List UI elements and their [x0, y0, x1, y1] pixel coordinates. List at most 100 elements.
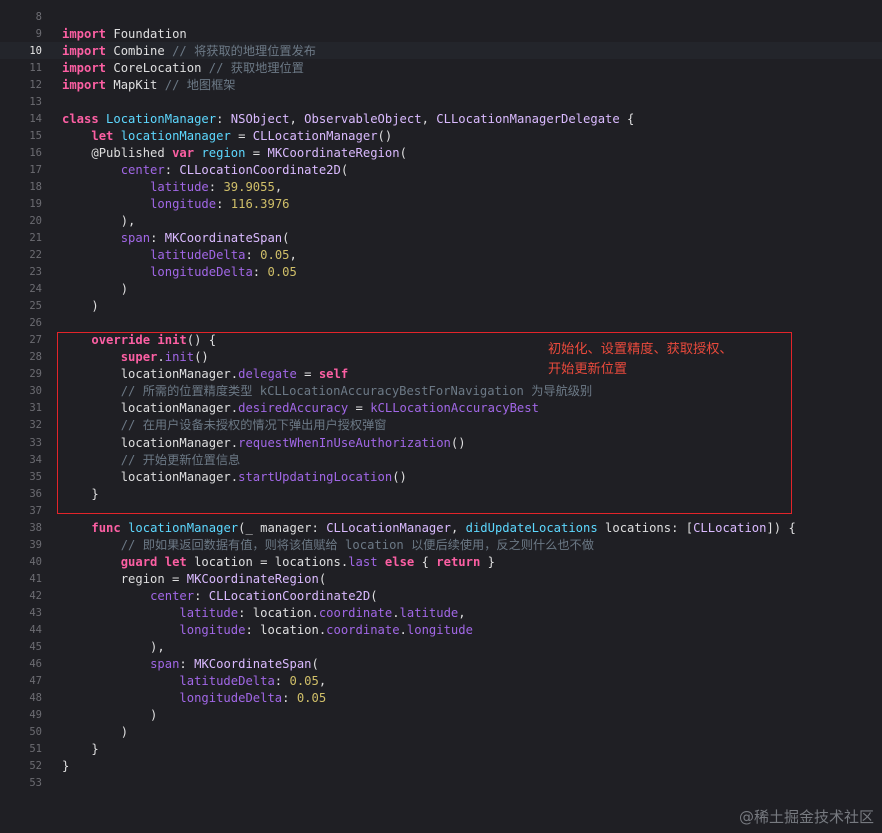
code-text[interactable]: latitudeDelta: 0.05,: [62, 247, 297, 264]
code-line[interactable]: 48 longitudeDelta: 0.05: [0, 690, 882, 707]
annotation-note: 初始化、设置精度、获取授权、 开始更新位置: [548, 340, 788, 380]
code-text[interactable]: span: MKCoordinateSpan(: [62, 656, 319, 673]
code-token: ,: [458, 605, 466, 620]
code-token: locationManager: [120, 129, 231, 144]
code-line[interactable]: 49 ): [0, 707, 882, 724]
code-text[interactable]: longitudeDelta: 0.05: [62, 690, 326, 707]
code-token: let: [164, 554, 187, 569]
code-line[interactable]: 47 latitudeDelta: 0.05,: [0, 673, 882, 690]
code-line[interactable]: 15 let locationManager = CLLocationManag…: [0, 128, 882, 145]
code-token: Combine: [106, 44, 173, 59]
code-line[interactable]: 8: [0, 9, 882, 26]
code-token: latitude: [150, 180, 209, 195]
code-text[interactable]: // 即如果返回数据有值，则将该值赋给 location 以便后续使用，反之则什…: [62, 537, 594, 554]
code-text[interactable]: ),: [62, 639, 165, 656]
code-token: // 地图框架: [164, 78, 236, 93]
code-text[interactable]: latitude: location.coordinate.latitude,: [62, 605, 466, 622]
code-text[interactable]: center: CLLocationCoordinate2D(: [62, 162, 349, 179]
code-line[interactable]: 25 ): [0, 298, 882, 315]
code-token: :: [245, 248, 261, 263]
code-text[interactable]: longitudeDelta: 0.05: [62, 264, 297, 281]
code-text[interactable]: import Combine // 将获取的地理位置发布: [62, 43, 316, 60]
code-text[interactable]: import MapKit // 地图框架: [62, 77, 236, 94]
code-text[interactable]: ): [62, 281, 128, 298]
code-token: (: [370, 588, 378, 603]
code-text[interactable]: ): [62, 707, 157, 724]
code-line[interactable]: 39 // 即如果返回数据有值，则将该值赋给 location 以便后续使用，反…: [0, 537, 882, 554]
line-number: 12: [29, 79, 42, 92]
code-line[interactable]: 45 ),: [0, 639, 882, 656]
code-token: Foundation: [106, 27, 187, 42]
code-line[interactable]: 43 latitude: location.coordinate.latitud…: [0, 605, 882, 622]
code-token: MKCoordinateRegion: [186, 571, 319, 586]
code-line[interactable]: 38 func locationManager(_ manager: CLLoc…: [0, 520, 882, 537]
line-number: 39: [29, 538, 42, 551]
code-line[interactable]: 16 @Published var region = MKCoordinateR…: [0, 145, 882, 162]
code-text[interactable]: span: MKCoordinateSpan(: [62, 230, 290, 247]
code-text[interactable]: ): [62, 724, 128, 741]
code-text[interactable]: guard let location = locations.last else…: [62, 554, 495, 571]
code-text[interactable]: region = MKCoordinateRegion(: [62, 571, 326, 588]
code-line[interactable]: 18 latitude: 39.9055,: [0, 179, 882, 196]
code-text[interactable]: let locationManager = CLLocationManager(…: [62, 128, 392, 145]
code-line[interactable]: 53: [0, 775, 882, 792]
code-line[interactable]: 12 import MapKit // 地图框架: [0, 77, 882, 94]
code-token: (: [318, 571, 327, 586]
code-line[interactable]: 19 longitude: 116.3976: [0, 196, 882, 213]
code-text[interactable]: import Foundation: [62, 26, 187, 43]
code-text[interactable]: longitude: 116.3976: [62, 196, 289, 213]
line-number: 47: [29, 674, 42, 687]
code-text[interactable]: latitude: 39.9055,: [62, 179, 282, 196]
code-line[interactable]: 20 ),: [0, 213, 882, 230]
code-line[interactable]: 41 region = MKCoordinateRegion(: [0, 571, 882, 588]
code-text[interactable]: import CoreLocation // 获取地理位置: [62, 60, 304, 77]
code-text[interactable]: latitudeDelta: 0.05,: [62, 673, 326, 690]
line-number: 11: [29, 62, 42, 75]
line-number: 35: [29, 470, 42, 483]
code-token: :: [216, 197, 231, 212]
code-text[interactable]: func locationManager(_ manager: CLLocati…: [62, 520, 795, 537]
code-line[interactable]: 14 class LocationManager: NSObject, Obser…: [0, 111, 882, 128]
code-text[interactable]: ): [62, 298, 98, 315]
code-text[interactable]: }: [62, 758, 69, 775]
code-text[interactable]: class LocationManager: NSObject, Observa…: [62, 111, 634, 128]
code-token: (: [399, 146, 407, 161]
code-token: CLLocationManager: [326, 520, 451, 535]
code-line[interactable]: 10 import Combine // 将获取的地理位置发布: [0, 43, 882, 60]
code-token: ,: [450, 520, 466, 535]
code-line[interactable]: 21 span: MKCoordinateSpan(: [0, 230, 882, 247]
code-text[interactable]: center: CLLocationCoordinate2D(: [62, 588, 378, 605]
code-text[interactable]: }: [62, 741, 98, 758]
code-text[interactable]: @Published var region = MKCoordinateRegi…: [62, 145, 407, 162]
code-line[interactable]: 42 center: CLLocationCoordinate2D(: [0, 588, 882, 605]
line-number: 26: [29, 317, 42, 330]
code-line[interactable]: 22 latitudeDelta: 0.05,: [0, 247, 882, 264]
code-line[interactable]: 24 ): [0, 281, 882, 298]
code-token: .: [399, 622, 407, 637]
code-line[interactable]: 44 longitude: location.coordinate.longit…: [0, 622, 882, 639]
code-line[interactable]: 11 import CoreLocation // 获取地理位置: [0, 60, 882, 77]
code-token: 39.9055: [223, 180, 275, 195]
code-line[interactable]: 26: [0, 315, 882, 332]
line-number: 31: [29, 402, 42, 415]
code-text[interactable]: ),: [62, 213, 136, 230]
code-line[interactable]: 46 span: MKCoordinateSpan(: [0, 656, 882, 673]
line-number: 38: [29, 521, 42, 534]
code-line[interactable]: 50 ): [0, 724, 882, 741]
code-line[interactable]: 17 center: CLLocationCoordinate2D(: [0, 162, 882, 179]
line-number: 33: [29, 436, 42, 449]
code-line[interactable]: 13: [0, 94, 882, 111]
code-line[interactable]: 40 guard let location = locations.last e…: [0, 554, 882, 571]
code-line[interactable]: 9 import Foundation: [0, 26, 882, 43]
code-line[interactable]: 23 longitudeDelta: 0.05: [0, 264, 882, 281]
code-token: :: [150, 231, 165, 246]
code-line[interactable]: 51 }: [0, 741, 882, 758]
code-line[interactable]: 52}: [0, 758, 882, 775]
code-token: latitude: [179, 605, 239, 620]
code-text[interactable]: longitude: location.coordinate.longitude: [62, 622, 473, 639]
